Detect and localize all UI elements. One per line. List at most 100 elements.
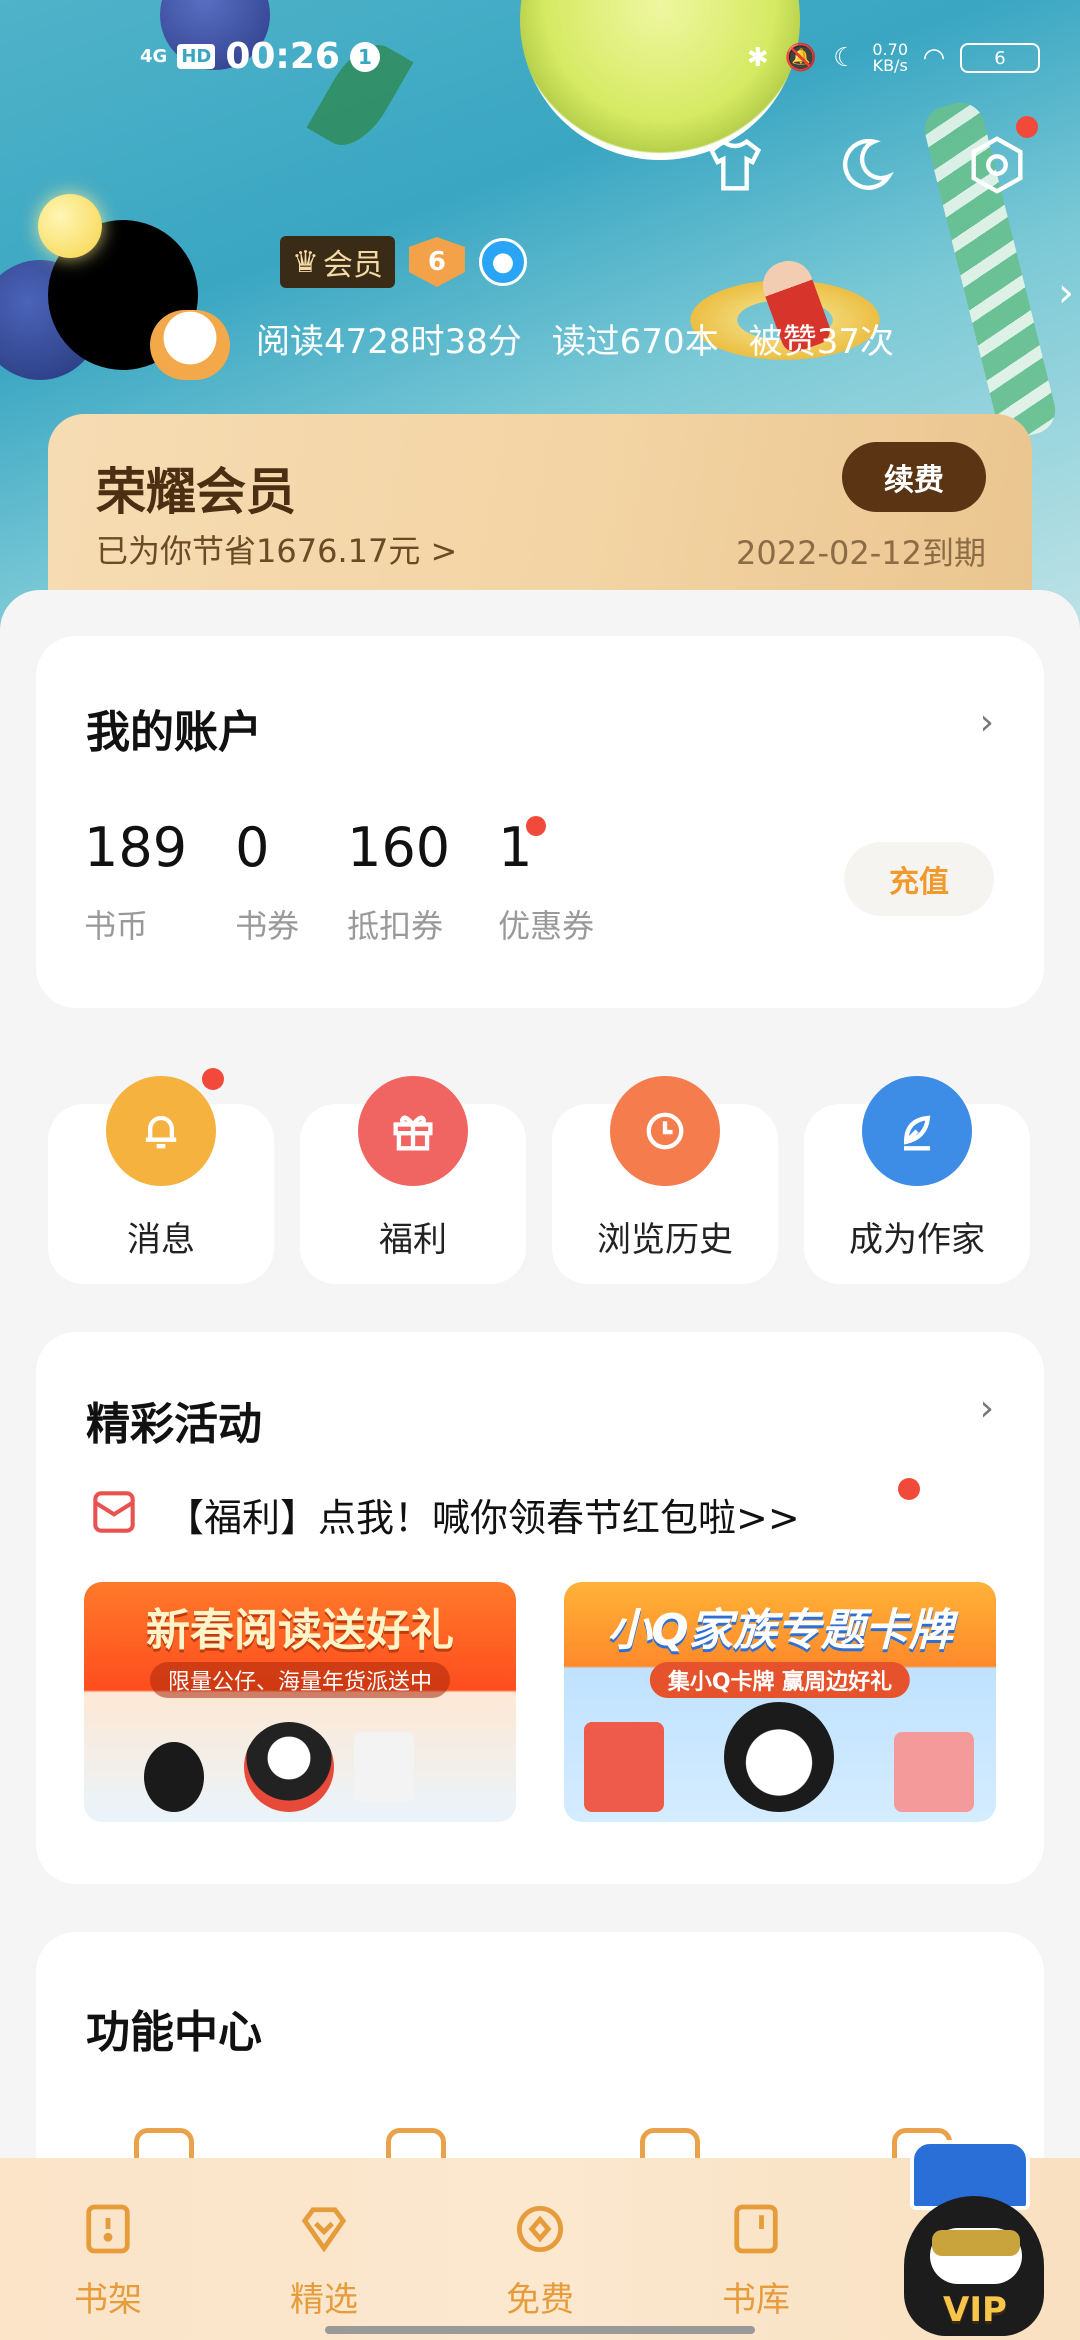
qq-icon[interactable]: ● <box>478 238 527 286</box>
network-indicator: 4G <box>140 45 168 67</box>
account-card[interactable]: 我的账户 › 189 书币 0 书券 160 抵扣券 1 优惠券 充值 <box>36 636 1044 1008</box>
nav-free[interactable]: 免费 <box>470 2158 610 2321</box>
vip-badge[interactable]: ♛ 会员 <box>280 236 395 288</box>
clock: 00:26 <box>225 36 340 77</box>
network-speed: 0.70 KB/s <box>872 42 908 74</box>
chevron-right-icon[interactable]: › <box>980 702 994 743</box>
banner-subtitle: 集小Q卡牌 赢周边好礼 <box>649 1662 911 1698</box>
penguin-illustration <box>144 1742 204 1812</box>
history-button[interactable]: 浏览历史 <box>552 1076 778 1284</box>
welfare-label: 福利 <box>379 1220 447 1260</box>
quick-actions: 消息 福利 浏览历史 成为作家 <box>48 1068 1032 1286</box>
recharge-button[interactable]: 充值 <box>844 842 994 916</box>
gift-bag-illustration <box>354 1732 414 1802</box>
nav-featured[interactable]: 精选 <box>254 2158 394 2321</box>
become-writer-label: 成为作家 <box>849 1220 985 1260</box>
panda-mascot-illustration <box>244 1722 334 1812</box>
function-center-title: 功能中心 <box>86 2007 262 2058</box>
level-badge[interactable]: 6 <box>408 237 465 287</box>
night-mode-icon[interactable] <box>830 130 900 200</box>
account-title: 我的账户 <box>86 707 262 758</box>
reading-time: 阅读4728时38分 <box>256 322 522 362</box>
mute-icon: 🔕 <box>784 43 818 73</box>
mascot-vip-text: VIP <box>943 2290 1007 2330</box>
reading-stats[interactable]: 阅读4728时38分 读过670本 被赞37次 <box>256 314 894 363</box>
balance-book-vouchers[interactable]: 0 书券 <box>235 816 299 947</box>
status-bar: 4G HD 00:26 1 ✱ 🔕 ☾ 0.70 KB/s ◠ 6 <box>0 0 1080 120</box>
settings-icon[interactable] <box>962 116 1038 200</box>
messages-label: 消息 <box>127 1220 195 1260</box>
become-writer-button[interactable]: 成为作家 <box>804 1076 1030 1284</box>
coin-icon <box>516 2205 564 2253</box>
avatar[interactable] <box>30 190 230 390</box>
clock-icon <box>610 1076 720 1186</box>
messages-button[interactable]: 消息 <box>48 1068 274 1284</box>
balance-label: 优惠券 <box>498 907 595 945</box>
likes-received: 被赞37次 <box>748 322 894 362</box>
nav-library[interactable]: 书库 <box>686 2158 826 2321</box>
q-family-cards-banner[interactable]: 小Q家族专题卡牌 集小Q卡牌 赢周边好礼 <box>564 1582 996 1822</box>
vip-savings[interactable]: 已为你节省1676.17元 > <box>96 526 457 572</box>
bookshelf-icon <box>86 2204 130 2254</box>
nav-label: 精选 <box>290 2280 358 2320</box>
chevron-right-icon[interactable]: › <box>980 1388 994 1429</box>
library-icon <box>734 2204 778 2254</box>
notification-dot <box>1016 116 1038 138</box>
hd-badge: HD <box>177 44 216 69</box>
bunny-frame-icon <box>150 310 230 380</box>
network-speed-unit: KB/s <box>872 56 908 75</box>
balance-book-coins[interactable]: 189 书币 <box>84 816 187 947</box>
shirt-icon[interactable] <box>700 130 770 200</box>
vip-badge-label: 会员 <box>322 248 383 283</box>
nav-bookshelf[interactable]: 书架 <box>38 2158 178 2321</box>
crown-icon: ♛ <box>292 244 319 280</box>
balance-label: 书币 <box>84 907 149 945</box>
books-read: 读过670本 <box>551 322 719 362</box>
nav-label: 书架 <box>74 2280 142 2320</box>
nav-label: 免费 <box>506 2280 574 2320</box>
moon-frame-icon <box>38 194 102 258</box>
wifi-icon: ◠ <box>924 43 944 73</box>
red-envelope-icon <box>86 1484 142 1544</box>
diamond-icon <box>301 2207 347 2253</box>
activities-title: 精彩活动 <box>86 1399 262 1450</box>
vip-expire-date: 2022-02-12到期 <box>736 534 986 572</box>
notification-dot <box>898 1478 920 1500</box>
chevron-right-icon[interactable]: › <box>1058 270 1074 316</box>
notification-dot <box>202 1068 224 1090</box>
vip-title: 荣耀会员 <box>96 463 296 521</box>
balance-discount-coupons[interactable]: 1 优惠券 <box>498 816 594 947</box>
spring-festival-banner[interactable]: 新春阅读送好礼 限量公仔、海量年货派送中 <box>84 1582 516 1822</box>
gift-box-illustration <box>584 1722 664 1812</box>
pen-icon <box>862 1076 972 1186</box>
bluetooth-icon: ✱ <box>746 43 769 73</box>
battery-indicator: 6 <box>960 43 1040 73</box>
profile-badges: ♛ 会员 6 ● <box>280 236 527 288</box>
banner-title: 小Q家族专题卡牌 <box>607 1605 953 1656</box>
history-label: 浏览历史 <box>597 1220 733 1260</box>
banner-title: 新春阅读送好礼 <box>146 1605 454 1656</box>
balance-deduction-coupons[interactable]: 160 抵扣券 <box>347 816 450 947</box>
welfare-button[interactable]: 福利 <box>300 1076 526 1284</box>
balance-value: 189 <box>84 816 188 879</box>
promo-link[interactable]: 【福利】点我！喊你领春节红包啦>> <box>86 1478 920 1544</box>
penguin-illustration <box>724 1702 834 1812</box>
balance-value: 0 <box>235 816 270 879</box>
mascot-glasses <box>932 2230 1020 2256</box>
home-indicator[interactable] <box>325 2326 755 2334</box>
vip-card[interactable]: 荣耀会员 已为你节省1676.17元 > 续费 2022-02-12到期 <box>48 414 1032 604</box>
renew-button[interactable]: 续费 <box>842 442 986 512</box>
promo-text: 【福利】点我！喊你领春节红包啦>> <box>166 1495 800 1540</box>
gift-box-illustration <box>894 1732 974 1812</box>
nav-label: 书库 <box>722 2280 790 2320</box>
balance-label: 书券 <box>235 907 300 945</box>
vip-mascot-button[interactable]: VIP <box>900 2130 1060 2340</box>
bell-icon <box>106 1076 216 1186</box>
activities-card: 精彩活动 › 【福利】点我！喊你领春节红包啦>> 新春阅读送好礼 限量公仔、海量… <box>36 1332 1044 1884</box>
gift-icon <box>358 1076 468 1186</box>
account-balances: 189 书币 0 书券 160 抵扣券 1 优惠券 <box>84 816 642 947</box>
banner-subtitle: 限量公仔、海量年货派送中 <box>149 1662 451 1698</box>
balance-value: 160 <box>347 816 451 879</box>
do-not-disturb-icon: ☾ <box>833 43 857 73</box>
balance-value: 1 <box>498 816 533 879</box>
